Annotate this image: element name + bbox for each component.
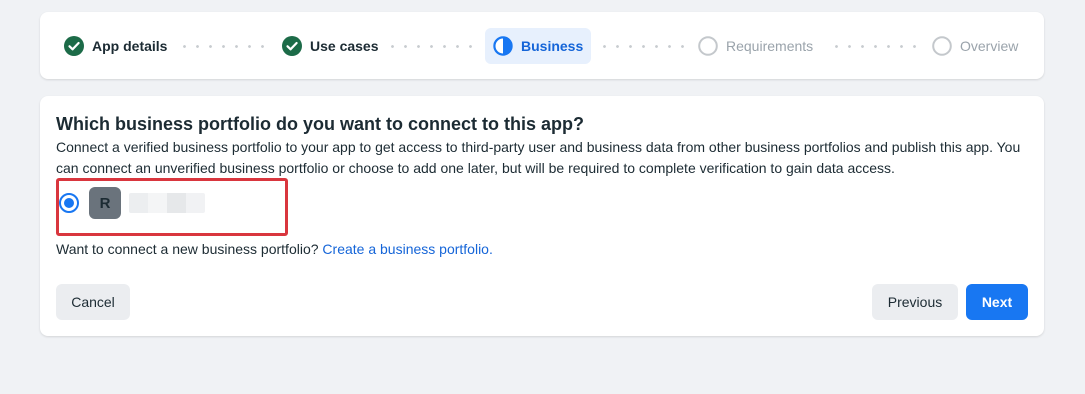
step-connector [598, 45, 694, 48]
step-business[interactable]: Business [485, 28, 592, 64]
connect-prompt: Want to connect a new business portfolio… [56, 241, 319, 257]
portfolio-radio[interactable] [59, 193, 79, 213]
step-use-cases[interactable]: Use cases [282, 28, 379, 64]
step-app-details[interactable]: App details [64, 28, 167, 64]
connect-new-portfolio: Want to connect a new business portfolio… [56, 241, 493, 257]
create-business-portfolio-link[interactable]: Create a business portfolio. [322, 241, 492, 257]
step-connector [178, 45, 274, 48]
business-portfolio-card: Which business portfolio do you want to … [40, 96, 1044, 336]
redacted-portfolio-name [129, 193, 205, 213]
step-label: Overview [960, 38, 1019, 54]
avatar: R [89, 187, 121, 219]
page-title: Which business portfolio do you want to … [56, 114, 584, 134]
step-label: Business [521, 38, 584, 54]
cancel-button[interactable]: Cancel [56, 284, 130, 320]
progress-stepper: App details Use cases Business Requireme… [40, 12, 1044, 79]
check-circle-icon [282, 36, 302, 56]
step-connector [386, 45, 478, 48]
step-overview[interactable]: Overview [932, 28, 1018, 64]
check-circle-icon [64, 36, 84, 56]
empty-circle-icon [698, 36, 718, 56]
step-requirements[interactable]: Requirements [698, 28, 813, 64]
previous-button[interactable]: Previous [872, 284, 958, 320]
step-connector [830, 45, 926, 48]
portfolio-option-highlight[interactable]: R [56, 178, 288, 236]
next-button[interactable]: Next [966, 284, 1028, 320]
step-label: App details [92, 38, 168, 54]
description-text: Connect a verified business portfolio to… [56, 139, 1021, 176]
empty-circle-icon [932, 36, 952, 56]
step-label: Requirements [726, 38, 814, 54]
step-label: Use cases [310, 38, 379, 54]
half-circle-icon [493, 36, 513, 56]
